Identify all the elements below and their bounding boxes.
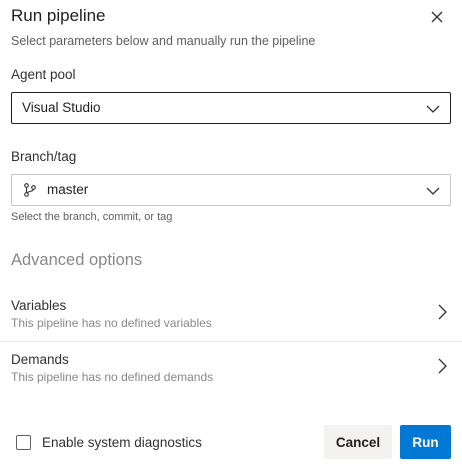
chevron-down-icon: [426, 187, 440, 195]
dialog-title: Run pipeline: [11, 6, 106, 25]
agent-pool-value: Visual Studio: [22, 100, 101, 115]
dialog-subtitle: Select parameters below and manually run…: [11, 34, 316, 48]
chevron-right-icon: [438, 304, 447, 320]
branch-value: master: [47, 182, 89, 197]
variables-title: Variables: [11, 298, 67, 313]
demands-row[interactable]: Demands This pipeline has no defined dem…: [0, 342, 462, 394]
demands-subtitle: This pipeline has no defined demands: [11, 370, 214, 384]
advanced-options-heading: Advanced options: [11, 251, 143, 269]
agent-pool-label: Agent pool: [11, 67, 76, 82]
chevron-right-icon: [438, 358, 447, 374]
branch-icon: [24, 183, 36, 197]
agent-pool-dropdown[interactable]: Visual Studio: [11, 92, 451, 124]
cancel-button[interactable]: Cancel: [324, 425, 392, 459]
demands-title: Demands: [11, 352, 69, 367]
run-pipeline-dialog: Run pipeline Select parameters below and…: [0, 0, 462, 468]
diagnostics-label: Enable system diagnostics: [42, 435, 202, 450]
close-icon[interactable]: [428, 8, 446, 26]
branch-hint: Select the branch, commit, or tag: [11, 211, 173, 223]
diagnostics-checkbox[interactable]: [16, 435, 31, 450]
variables-subtitle: This pipeline has no defined variables: [11, 316, 212, 330]
run-button[interactable]: Run: [400, 425, 451, 459]
branch-dropdown[interactable]: master: [11, 174, 451, 206]
branch-label: Branch/tag: [11, 149, 77, 164]
chevron-down-icon: [426, 105, 440, 113]
variables-row[interactable]: Variables This pipeline has no defined v…: [0, 288, 462, 340]
